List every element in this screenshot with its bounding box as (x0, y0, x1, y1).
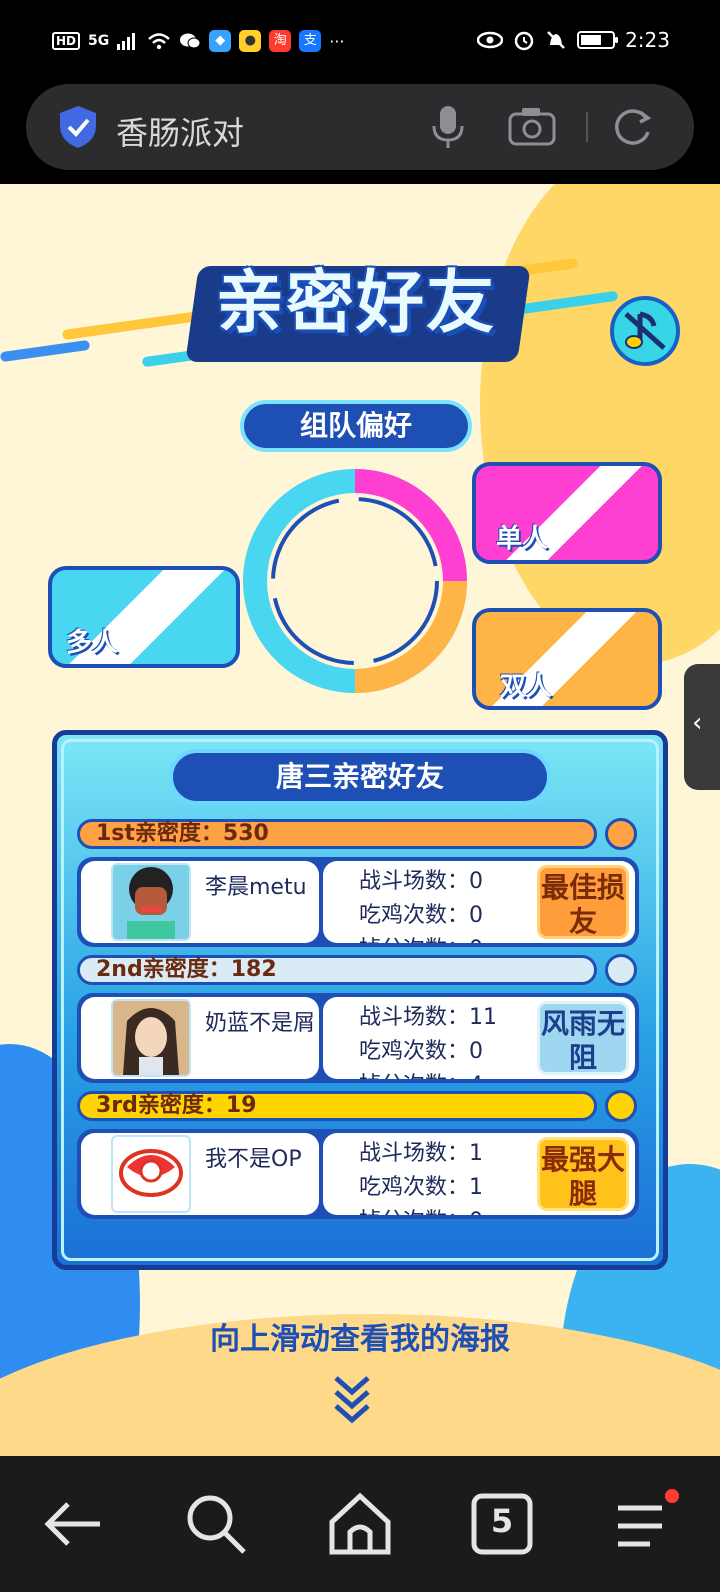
web-content[interactable]: 亲密好友 组队偏好 单人 多人 双人 唐三亲密好友 1st亲密度：530 李晨m… (0, 184, 720, 1456)
hd-indicator: HD (52, 32, 81, 50)
side-drawer-handle[interactable]: ‹ (684, 664, 720, 790)
app-icon-blue: ◆ (209, 30, 232, 52)
stats-list: 战斗场数：11 吃鸡次数：0 掉分次数：4 (359, 1001, 497, 1079)
friend-name: 奶蓝不是屑 (205, 1011, 316, 1036)
friend-stats: 战斗场数：11 吃鸡次数：0 掉分次数：4 风雨无阻 (323, 997, 635, 1079)
chevron-double-down-icon (334, 1376, 370, 1424)
avatar-image (119, 1149, 183, 1197)
callout-single-label: 单人 (495, 524, 548, 554)
team-preference-donut-chart (243, 469, 467, 693)
signal-icon (117, 33, 136, 50)
shield-check-icon (60, 106, 96, 148)
callout-single: 单人 (472, 462, 662, 564)
browser-bottom-nav: 5 (0, 1456, 720, 1592)
close-friends-panel: 唐三亲密好友 1st亲密度：530 李晨metu 战斗场数：0 吃鸡次数：0 掉… (52, 730, 668, 1270)
callout-multi-label: 多人 (66, 628, 119, 658)
browser-toolbar: 香肠派对 (0, 84, 720, 184)
wechat-icon (180, 33, 201, 49)
address-text[interactable]: 香肠派对 (116, 108, 244, 154)
eye-icon (477, 31, 504, 49)
friend-card[interactable]: 奶蓝不是屑 战斗场数：11 吃鸡次数：0 掉分次数：4 风雨无阻 (77, 993, 639, 1083)
status-right: 2:23 (477, 28, 670, 52)
address-bar[interactable]: 香肠派对 (26, 84, 694, 170)
stats-list: 战斗场数：0 吃鸡次数：0 掉分次数：0 (359, 865, 483, 943)
rank-dot (605, 818, 637, 850)
more-notifications: ··· (329, 31, 345, 51)
microphone-icon[interactable] (430, 104, 466, 150)
alipay-icon: 支 (299, 30, 322, 52)
rank-bar-1: 1st亲密度：530 (77, 819, 597, 849)
avatar (111, 999, 191, 1077)
mute-bell-icon (547, 31, 565, 49)
callout-double: 双人 (472, 608, 662, 710)
app-icon-yellow: ● (239, 30, 262, 52)
friend-card[interactable]: 李晨metu 战斗场数：0 吃鸡次数：0 掉分次数：0 最佳损友 (77, 857, 639, 947)
friend-badge: 风雨无阻 (537, 1001, 629, 1075)
camera-icon[interactable] (508, 106, 556, 146)
back-icon[interactable] (38, 1488, 110, 1560)
team-preference-label: 组队偏好 (240, 400, 472, 452)
music-toggle-button[interactable] (610, 296, 680, 366)
rank-label: 2nd亲密度：182 (96, 957, 277, 982)
win-count: 吃鸡次数：0 (359, 1039, 483, 1064)
tab-count: 5 (490, 1502, 514, 1540)
toolbar-separator (586, 112, 588, 142)
page-title-text: 亲密好友 (215, 264, 496, 343)
status-bar: HD 5G ◆ ● 淘 支 ··· 2:23 (0, 0, 720, 84)
callout-double-label: 双人 (500, 672, 553, 702)
drop-count: 掉分次数：4 (359, 1069, 497, 1079)
rank-label: 1st亲密度：530 (96, 821, 269, 846)
friend-info: 我不是OP (81, 1133, 319, 1215)
avatar (111, 1135, 191, 1213)
rank-bar-2: 2nd亲密度：182 (77, 955, 597, 985)
menu-icon[interactable] (608, 1488, 680, 1560)
avatar (111, 863, 191, 941)
battery-icon (577, 31, 619, 49)
battle-count: 战斗场数：0 (359, 869, 483, 894)
friend-info: 奶蓝不是屑 (81, 997, 319, 1079)
clock: 2:23 (625, 28, 670, 52)
rank-label: 3rd亲密度：19 (96, 1093, 257, 1118)
donut-hole (267, 493, 443, 669)
team-preference-text: 组队偏好 (299, 409, 412, 442)
search-icon[interactable] (180, 1488, 252, 1560)
home-icon[interactable] (324, 1488, 396, 1560)
callout-multi: 多人 (48, 566, 240, 668)
stats-list: 战斗场数：1 吃鸡次数：1 掉分次数：0 (359, 1137, 483, 1215)
avatar-image (127, 867, 175, 939)
reload-icon[interactable] (610, 106, 654, 150)
decorative-stripe (0, 339, 91, 363)
friend-badge: 最佳损友 (537, 865, 629, 939)
win-count: 吃鸡次数：1 (359, 1175, 483, 1200)
taobao-icon: 淘 (269, 30, 292, 52)
friend-stats: 战斗场数：0 吃鸡次数：0 掉分次数：0 最佳损友 (323, 861, 635, 943)
friend-info: 李晨metu (81, 861, 319, 943)
rank-dot (605, 954, 637, 986)
chevron-left-icon: ‹ (692, 708, 703, 738)
battle-count: 战斗场数：1 (359, 1141, 483, 1166)
drop-count: 掉分次数：0 (359, 933, 483, 943)
friend-card[interactable]: 我不是OP 战斗场数：1 吃鸡次数：1 掉分次数：0 最强大腿 (77, 1129, 639, 1219)
alarm-icon (514, 31, 534, 51)
friend-name: 李晨metu (205, 875, 307, 900)
rank-bar-3: 3rd亲密度：19 (77, 1091, 597, 1121)
status-left: HD 5G ◆ ● 淘 支 ··· (52, 30, 345, 52)
friends-panel-title: 唐三亲密好友 (169, 749, 551, 805)
battle-count: 战斗场数：11 (359, 1005, 497, 1030)
friend-name: 我不是OP (205, 1147, 302, 1172)
friends-panel-title-text: 唐三亲密好友 (275, 760, 444, 793)
network-indicator: 5G (88, 33, 110, 49)
friend-badge: 最强大腿 (537, 1137, 629, 1211)
tabs-button[interactable]: 5 (466, 1488, 538, 1560)
friend-stats: 战斗场数：1 吃鸡次数：1 掉分次数：0 最强大腿 (323, 1133, 635, 1215)
rank-dot (605, 1090, 637, 1122)
drop-count: 掉分次数：0 (359, 1205, 483, 1215)
avatar-image (123, 1008, 179, 1075)
swipe-up-hint: 向上滑动查看我的海报 (210, 1322, 510, 1357)
music-off-icon (624, 311, 666, 350)
wifi-icon (148, 33, 171, 50)
page-title: 亲密好友 (185, 254, 531, 364)
win-count: 吃鸡次数：0 (359, 903, 483, 928)
